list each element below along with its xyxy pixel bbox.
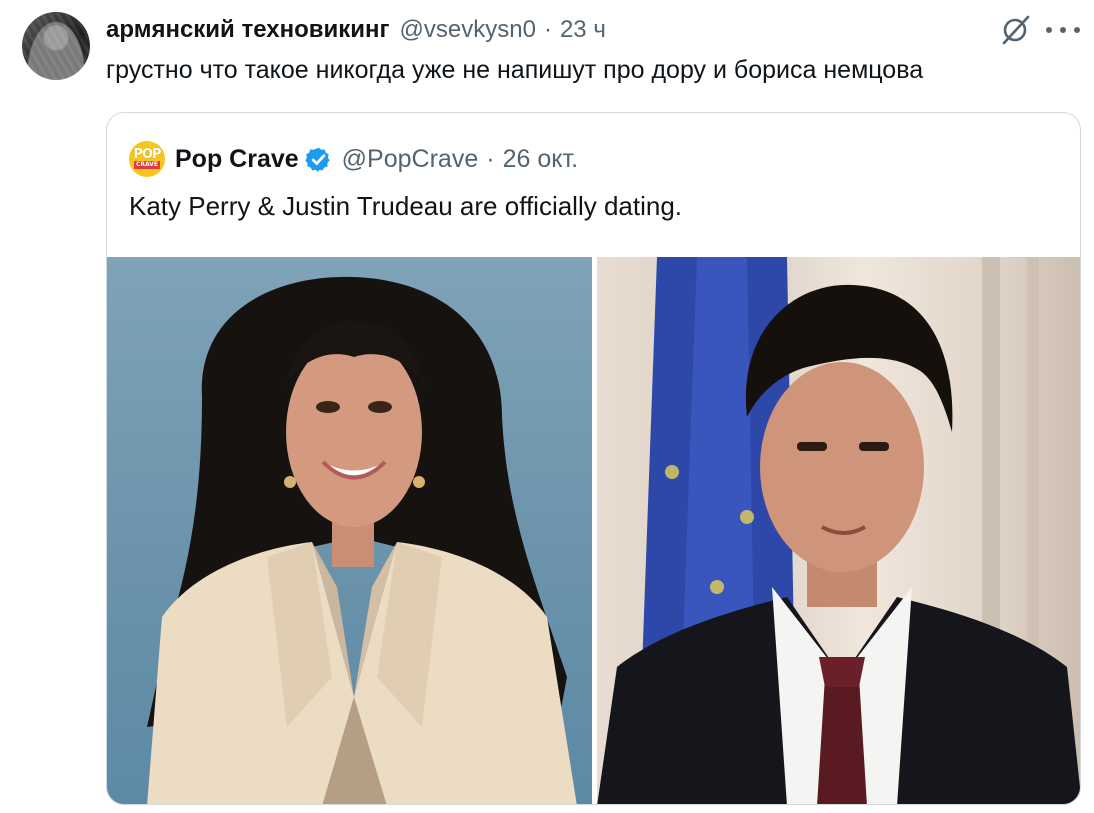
more-dot — [1074, 27, 1080, 33]
woman-portrait-image — [147, 276, 577, 804]
logo-text-crave: CRAVE — [133, 161, 160, 169]
grok-icon[interactable] — [1000, 14, 1032, 46]
man-portrait-image — [597, 257, 1080, 804]
separator-dot: · — [543, 16, 552, 43]
tweet-time[interactable]: 23 ч — [560, 16, 606, 44]
quoted-tweet-header: POP CRAVE Pop Crave @PopCrave · 26 окт. — [129, 141, 578, 177]
verified-badge-icon[interactable] — [305, 146, 332, 173]
author-name[interactable]: армянский техновикинг — [106, 16, 390, 44]
quoted-image-left[interactable] — [107, 257, 592, 804]
author-handle[interactable]: @vsevkysn0 — [400, 16, 536, 44]
more-dot — [1060, 27, 1066, 33]
pop-crave-logo[interactable]: POP CRAVE — [129, 141, 165, 177]
more-dot — [1046, 27, 1052, 33]
tweet-text: грустно что такое никогда уже не напишут… — [106, 56, 924, 84]
logo-text-pop: POP — [133, 147, 161, 162]
separator-dot: · — [486, 144, 495, 173]
quoted-tweet-time[interactable]: 26 окт. — [503, 145, 579, 174]
more-icon[interactable] — [1046, 14, 1080, 46]
tweet-header: армянский техновикинг @vsevkysn0 · 23 ч — [106, 14, 984, 46]
quoted-author-handle[interactable]: @PopCrave — [342, 145, 479, 174]
author-avatar[interactable] — [22, 12, 90, 80]
quoted-tweet[interactable]: POP CRAVE Pop Crave @PopCrave · 26 окт. … — [106, 112, 1081, 805]
quoted-image-right[interactable] — [597, 257, 1080, 804]
quoted-tweet-text: Katy Perry & Justin Trudeau are official… — [129, 191, 683, 221]
quoted-author-name[interactable]: Pop Crave — [175, 145, 299, 174]
